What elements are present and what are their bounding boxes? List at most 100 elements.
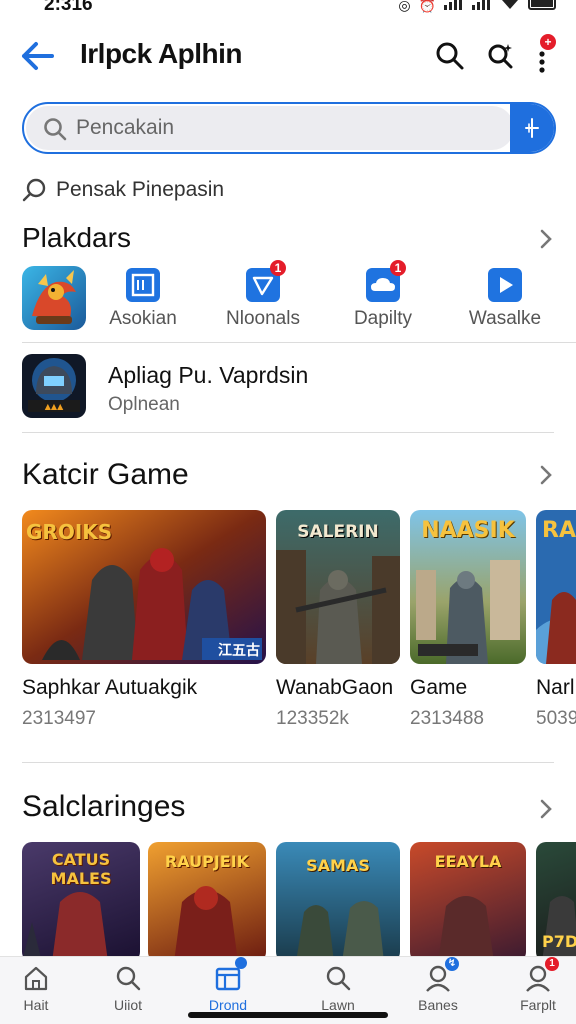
cloud-icon: 1 bbox=[366, 260, 406, 302]
nav-label: Drond bbox=[208, 997, 248, 1013]
divider bbox=[22, 342, 576, 343]
banner-logo: SALERIN bbox=[297, 522, 379, 542]
game-banner: GROIKS 江五古 bbox=[22, 510, 266, 664]
search-sparkle-icon bbox=[488, 44, 513, 69]
status-time: 2:316 bbox=[44, 0, 93, 15]
game-banner: SALERIN bbox=[276, 510, 400, 664]
dragon-game-icon bbox=[22, 266, 86, 330]
category-label: Asokian bbox=[109, 308, 177, 329]
search-sparkle-button[interactable] bbox=[484, 40, 516, 72]
nav-item-lawn[interactable]: Lawn bbox=[290, 963, 386, 1013]
category-label: Nloonals bbox=[226, 308, 300, 329]
notification-badge: 1 bbox=[545, 957, 559, 971]
location-icon: ◎ bbox=[398, 0, 411, 13]
nav-label: Hait bbox=[23, 997, 49, 1013]
category-item[interactable]: 1 Nloonals bbox=[208, 260, 318, 330]
person-icon: ↯ bbox=[423, 957, 459, 993]
banner-logo: RA bbox=[542, 518, 576, 543]
app-subtitle: Oplnean bbox=[108, 394, 180, 415]
alarm-icon: ⏰ bbox=[418, 0, 436, 13]
banner-logo: EEAYLA bbox=[434, 852, 502, 871]
search-icon bbox=[44, 118, 67, 141]
home-indicator bbox=[188, 1012, 388, 1018]
chevron-right-icon[interactable] bbox=[538, 798, 554, 825]
game-count: 5039 bbox=[536, 708, 576, 729]
game-title: Game bbox=[410, 676, 468, 699]
game-tile[interactable]: P7D bbox=[536, 842, 576, 962]
play-icon bbox=[488, 268, 522, 302]
nav-label: Farplt bbox=[520, 997, 556, 1013]
banner-badge: 江五古 bbox=[218, 643, 260, 659]
suggestion-text: Pensak Pinepasin bbox=[56, 178, 225, 201]
send-icon: 1 bbox=[246, 260, 286, 302]
chevron-right-icon[interactable] bbox=[538, 464, 554, 491]
home-icon bbox=[21, 963, 51, 993]
chevron-right-icon[interactable] bbox=[538, 228, 554, 255]
nav-item-games[interactable]: ↯ Banes bbox=[390, 957, 486, 1013]
helmet-game-icon: ▲▲▲ bbox=[22, 354, 86, 418]
signal-icon bbox=[472, 0, 492, 15]
notification-badge: ↯ bbox=[445, 957, 459, 971]
game-count: 2313488 bbox=[410, 708, 484, 729]
nav-item-search[interactable]: Uiiot bbox=[80, 963, 176, 1013]
divider bbox=[22, 762, 554, 763]
person-icon: 1 bbox=[523, 957, 559, 993]
category-label: Wasalke bbox=[468, 308, 542, 329]
nav-item-apps[interactable]: Drond bbox=[180, 957, 276, 1013]
nav-item-home[interactable]: Hait bbox=[0, 963, 84, 1013]
game-count: 123352k bbox=[276, 708, 349, 729]
signal-icon bbox=[444, 0, 464, 15]
category-item[interactable]: 1 Dapilty bbox=[328, 260, 438, 330]
category-item[interactable]: Asokian bbox=[88, 266, 198, 330]
nav-label: Banes bbox=[418, 997, 458, 1013]
app-bar: Irlpck Aplhin + bbox=[0, 30, 576, 82]
game-count: 2313497 bbox=[22, 708, 96, 729]
nav-label: Uiiot bbox=[113, 997, 142, 1013]
category-item[interactable]: Wasalke bbox=[450, 266, 560, 330]
nav-item-profile[interactable]: 1 Farplt bbox=[490, 957, 576, 1013]
banner-logo: CATUS MALES bbox=[50, 850, 112, 888]
banner-logo: SAMAS bbox=[306, 856, 370, 875]
svg-text:▲▲▲: ▲▲▲ bbox=[45, 402, 64, 411]
sparkle-icon bbox=[525, 118, 539, 138]
search-icon bbox=[323, 963, 353, 993]
search-suggestion[interactable]: Pensak Pinepasin bbox=[22, 174, 224, 206]
notification-badge: 1 bbox=[270, 260, 286, 276]
category-thumbnail[interactable] bbox=[22, 266, 86, 330]
game-banner: NAASIK bbox=[410, 510, 526, 664]
search-button[interactable] bbox=[434, 40, 466, 72]
arrow-left-icon bbox=[22, 42, 54, 70]
notification-badge: + bbox=[540, 34, 556, 50]
game-tile[interactable]: SAMAS bbox=[276, 842, 400, 962]
search-input[interactable] bbox=[76, 110, 496, 146]
status-icons: ◎ ⏰ bbox=[398, 0, 558, 15]
search-field bbox=[26, 106, 514, 150]
apps-icon bbox=[213, 957, 247, 993]
search-icon bbox=[113, 963, 143, 993]
banner-logo: P7D bbox=[542, 932, 576, 951]
back-button[interactable] bbox=[18, 38, 58, 74]
game-title: WanabGaon bbox=[276, 676, 394, 699]
battery-icon bbox=[528, 0, 558, 15]
wifi-icon bbox=[500, 0, 520, 15]
notification-badge bbox=[235, 957, 247, 969]
search-bar bbox=[22, 102, 556, 154]
more-menu-button[interactable]: + bbox=[528, 34, 556, 73]
section-title-games: Katcir Game bbox=[22, 458, 189, 491]
page-title: Irlpck Aplhin bbox=[80, 38, 243, 69]
game-banner: RA bbox=[536, 510, 576, 664]
section-title-categories: Plakdars bbox=[22, 222, 131, 253]
status-bar: 2:316 ◎ ⏰ bbox=[0, 0, 576, 18]
grid-square-icon bbox=[126, 268, 160, 302]
game-tile[interactable]: RAUPJEIK bbox=[148, 842, 266, 962]
game-tile[interactable]: CATUS MALES bbox=[22, 842, 140, 962]
game-tile[interactable]: EEAYLA bbox=[410, 842, 526, 962]
notification-badge: 1 bbox=[390, 260, 406, 276]
voice-search-button[interactable] bbox=[510, 104, 554, 152]
nav-label: Lawn bbox=[321, 997, 355, 1013]
featured-app-row[interactable]: ▲▲▲ Apliag Pu. Vaprdsin Oplnean bbox=[22, 354, 554, 420]
app-name: Apliag Pu. Vaprdsin bbox=[108, 362, 309, 388]
section-title-second: Salclaringes bbox=[22, 790, 186, 823]
game-title: Narl bbox=[536, 676, 575, 699]
app-thumbnail: ▲▲▲ bbox=[22, 354, 86, 418]
